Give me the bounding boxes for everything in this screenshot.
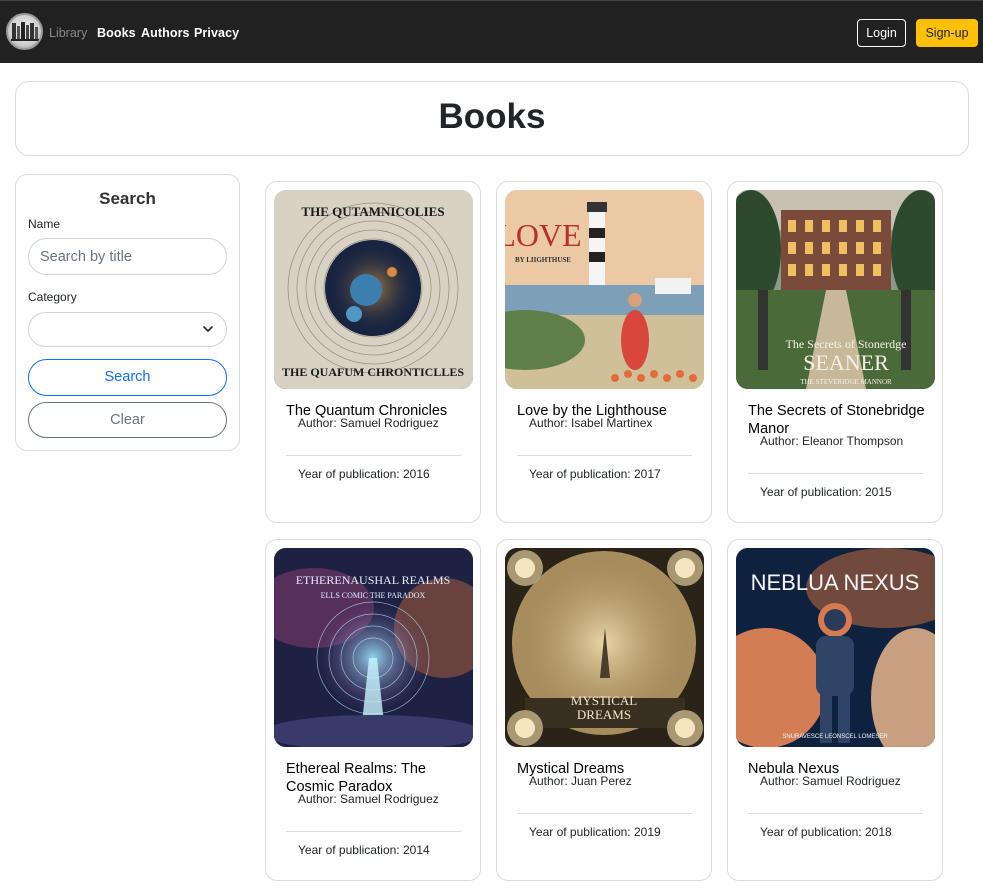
book-author: Author: Samuel Rodriguez — [298, 416, 439, 430]
page-title: Books — [438, 97, 546, 136]
book-publication-year: Year of publication: 2017 — [529, 467, 661, 481]
book-publication-year: Year of publication: 2015 — [760, 485, 892, 499]
meta-divider — [517, 813, 692, 814]
book-cover-image[interactable]: NEBLUA NEXUS SNURAVESCE LEONSCEL LOMESER — [736, 548, 935, 747]
nav-link-books[interactable]: Books — [97, 26, 136, 40]
book-card[interactable]: NEBLUA NEXUS SNURAVESCE LEONSCEL LOMESER N… — [727, 539, 943, 881]
book-author: Author: Isabel Martinex — [529, 416, 653, 430]
book-publication-year: Year of publication: 2018 — [760, 825, 892, 839]
cover-text: SNURAVESCE LEONSCEL LOMESER — [782, 734, 888, 740]
navbar-brand[interactable]: Library — [49, 26, 87, 40]
book-card[interactable]: ETHERENAUSHAL REALMS ELLS COMIC THE PARAD… — [265, 539, 481, 881]
cover-text: The Secrets of Stonerdge — [786, 337, 907, 351]
search-title-input[interactable] — [28, 238, 227, 275]
nav-link-privacy[interactable]: Privacy — [194, 26, 239, 40]
cover-text: NEBLUA NEXUS — [751, 570, 920, 595]
name-label: Name — [28, 217, 61, 231]
book-author: Author: Samuel Rodriguez — [760, 774, 901, 788]
book-cover-image[interactable]: MYSTICAL DREAMS — [505, 548, 704, 747]
cover-text: ELLS COMIC THE PARADOX — [321, 591, 426, 600]
library-logo-icon[interactable] — [6, 13, 43, 50]
book-cover-image[interactable]: ETHERENAUSHAL REALMS ELLS COMIC THE PARAD… — [274, 548, 473, 747]
cover-text: DREAMS — [577, 707, 631, 722]
category-label: Category — [28, 290, 77, 304]
login-button[interactable]: Login — [857, 19, 906, 47]
signup-button[interactable]: Sign-up — [916, 19, 978, 47]
meta-divider — [748, 813, 923, 814]
cover-text: ETHERENAUSHAL REALMS — [296, 573, 451, 587]
top-navbar: Library Books Authors Privacy Login Sign… — [0, 0, 983, 63]
book-publication-year: Year of publication: 2016 — [298, 467, 430, 481]
page-title-box: Books — [15, 81, 969, 156]
book-cover-image[interactable]: THE QUTAMNICOLIES THE QUAFUM CHRONTICLLES — [274, 190, 473, 389]
book-author: Author: Eleanor Thompson — [760, 434, 904, 448]
search-panel-title: Search — [99, 189, 156, 208]
nav-link-authors[interactable]: Authors — [141, 26, 190, 40]
search-button[interactable]: Search — [28, 359, 227, 396]
book-card[interactable]: MYSTICAL DREAMS Mystical Dreams Author: Jua… — [496, 539, 712, 881]
book-author: Author: Samuel Rodriguez — [298, 792, 439, 806]
book-author: Author: Juan Perez — [529, 774, 632, 788]
chevron-down-icon — [203, 326, 213, 332]
book-title[interactable]: Ethereal Realms: The Cosmic Paradox — [286, 760, 471, 796]
book-cover-image[interactable]: The Secrets of Stonerdge SEANER THE STEVER… — [736, 190, 935, 389]
book-title[interactable]: The Secrets of Stonebridge Manor — [748, 402, 933, 438]
book-card[interactable]: THE QUTAMNICOLIES THE QUAFUM CHRONTICLLES… — [265, 181, 481, 523]
book-publication-year: Year of publication: 2019 — [529, 825, 661, 839]
cover-text: MYSTICAL — [571, 693, 638, 708]
meta-divider — [748, 473, 923, 474]
clear-button[interactable]: Clear — [28, 402, 227, 438]
cover-text: THE STEVERIDGE MANNOR — [800, 378, 892, 386]
cover-text: SEANER — [803, 350, 889, 375]
category-select[interactable] — [28, 312, 227, 347]
meta-divider — [517, 455, 692, 456]
search-panel: Search Name Category Search Clear — [15, 174, 240, 451]
book-cover-image[interactable]: LOVE BY LIIGHTHUSE — [505, 190, 704, 389]
book-publication-year: Year of publication: 2014 — [298, 843, 430, 857]
cover-text: BY LIIGHTHUSE — [515, 256, 571, 264]
cover-text: LOVE — [505, 217, 582, 253]
cover-text: THE QUTAMNICOLIES — [301, 204, 444, 219]
book-card[interactable]: LOVEBY LIIGHTHUSELove by the LighthouseA… — [496, 181, 712, 523]
meta-divider — [286, 831, 461, 832]
book-card[interactable]: The Secrets of Stonerdge SEANER THE STEVER… — [727, 181, 943, 523]
meta-divider — [286, 455, 461, 456]
cover-text: THE QUAFUM CHRONTICLLES — [282, 365, 464, 379]
